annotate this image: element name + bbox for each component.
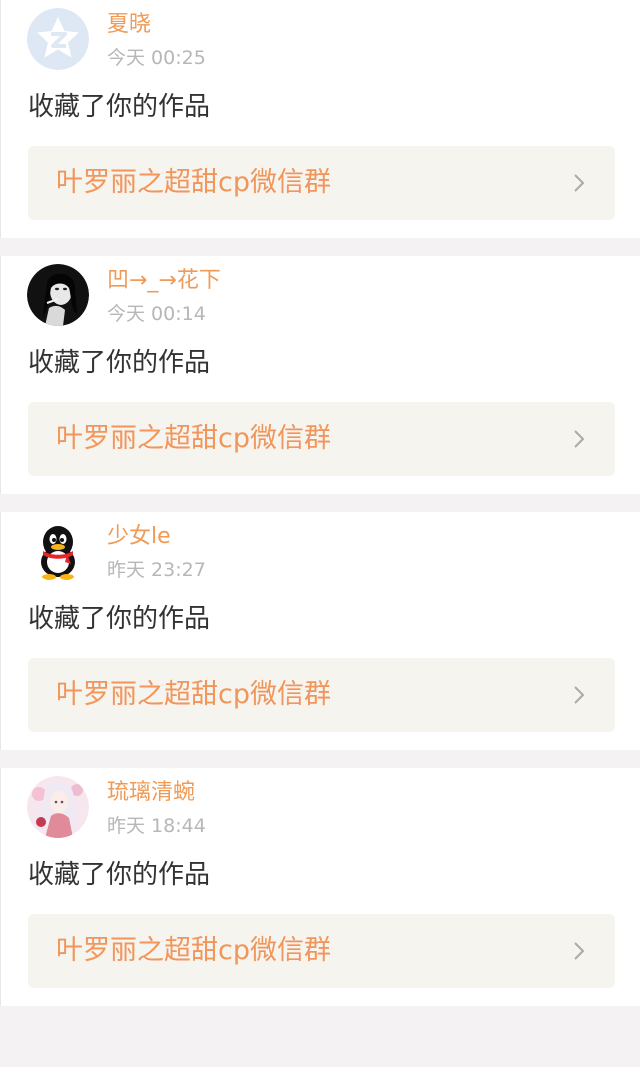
action-text: 收藏了你的作品: [28, 604, 211, 634]
timestamp: 今天 00:14: [107, 303, 206, 325]
chevron-right-icon: [569, 941, 589, 961]
notification-card: 夏晓 今天 00:25 收藏了你的作品 叶罗丽之超甜cp微信群: [0, 0, 640, 238]
notification-card: 琉璃清蜿 昨天 18:44 收藏了你的作品 叶罗丽之超甜cp微信群: [0, 768, 640, 1006]
chevron-right-icon: [569, 173, 589, 193]
bw-portrait-avatar-icon[interactable]: [27, 264, 89, 326]
timestamp: 昨天 18:44: [107, 815, 206, 837]
notification-card: 凹→_→花下 今天 00:14 收藏了你的作品 叶罗丽之超甜cp微信群: [0, 256, 640, 494]
notification-card: 少女le 昨天 23:27 收藏了你的作品 叶罗丽之超甜cp微信群: [0, 512, 640, 750]
work-title: 叶罗丽之超甜cp微信群: [56, 679, 331, 710]
work-title: 叶罗丽之超甜cp微信群: [56, 167, 331, 198]
work-link-card[interactable]: 叶罗丽之超甜cp微信群: [28, 658, 615, 732]
work-link-card[interactable]: 叶罗丽之超甜cp微信群: [28, 914, 615, 988]
user-name[interactable]: 凹→_→花下: [107, 266, 221, 296]
action-text: 收藏了你的作品: [28, 92, 211, 122]
work-link-card[interactable]: 叶罗丽之超甜cp微信群: [28, 402, 615, 476]
work-title: 叶罗丽之超甜cp微信群: [56, 935, 331, 966]
qq-penguin-avatar-icon[interactable]: [27, 520, 89, 582]
action-text: 收藏了你的作品: [28, 860, 211, 890]
default-star-avatar-icon[interactable]: [27, 8, 89, 70]
anime-girl-avatar-icon[interactable]: [27, 776, 89, 838]
notification-feed: 夏晓 今天 00:25 收藏了你的作品 叶罗丽之超甜cp微信群 凹→_→花下 今…: [0, 0, 640, 1006]
user-name[interactable]: 琉璃清蜿: [107, 778, 195, 808]
timestamp: 昨天 23:27: [107, 559, 206, 581]
work-link-card[interactable]: 叶罗丽之超甜cp微信群: [28, 146, 615, 220]
chevron-right-icon: [569, 685, 589, 705]
user-name[interactable]: 夏晓: [107, 10, 151, 40]
action-text: 收藏了你的作品: [28, 348, 211, 378]
work-title: 叶罗丽之超甜cp微信群: [56, 423, 331, 454]
user-name[interactable]: 少女le: [107, 522, 171, 552]
chevron-right-icon: [569, 429, 589, 449]
timestamp: 今天 00:25: [107, 47, 206, 69]
